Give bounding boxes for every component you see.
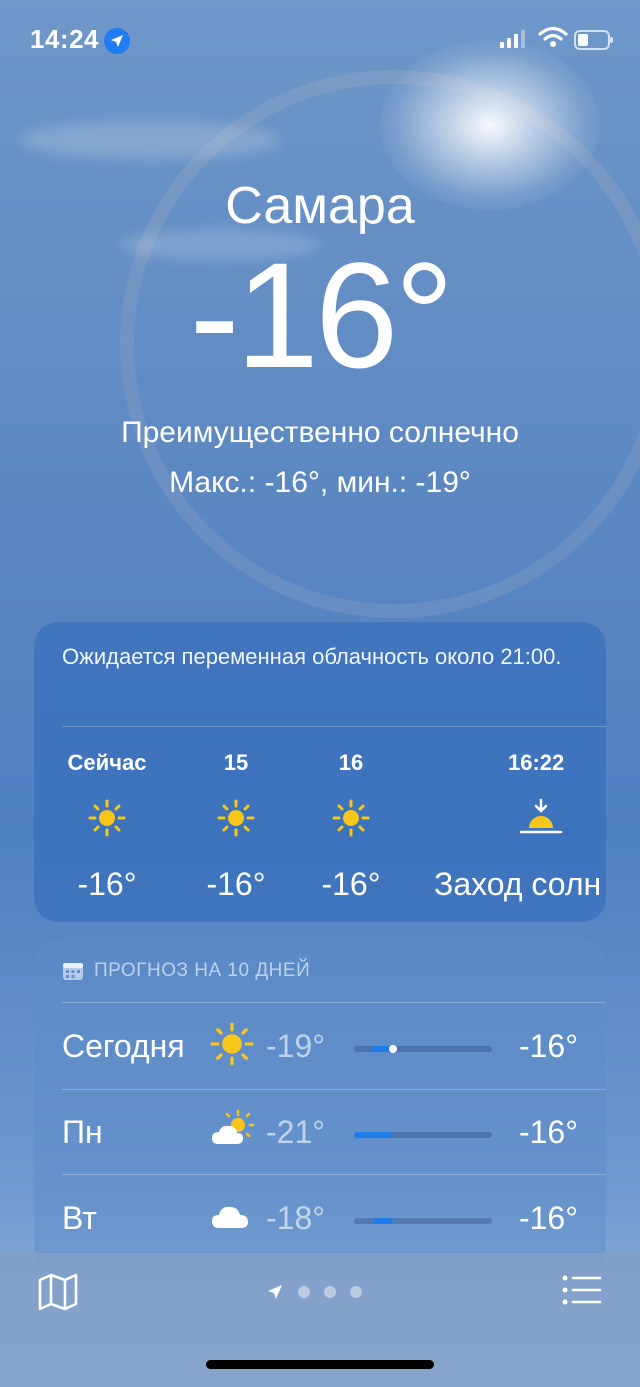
cloud-wisp — [20, 120, 280, 160]
forecast-min: -19° — [266, 1028, 326, 1064]
forecast-row[interactable]: Вт -18° -16° — [34, 1176, 606, 1262]
ten-day-forecast-card[interactable]: ПРОГНОЗ НА 10 ДНЕЙ Сегодня -19° -16° Пн — [34, 940, 606, 1280]
sun-icon — [210, 1022, 254, 1066]
page-dot — [324, 1286, 336, 1298]
temperature-range-fill — [354, 1132, 393, 1138]
forecast-row[interactable]: Пн -21° -16° — [34, 1090, 606, 1176]
list-icon[interactable] — [562, 1275, 602, 1305]
forecast-day: Вт — [62, 1200, 97, 1236]
high-low-temperature: Макс.: -16°, мин.: -19° — [169, 466, 471, 499]
temperature-range-fill — [373, 1218, 393, 1224]
page-dot — [350, 1286, 362, 1298]
forecast-header-label: ПРОГНОЗ НА 10 ДНЕЙ — [94, 960, 311, 981]
hourly-item: 16 -16° — [286, 750, 416, 903]
forecast-day: Сегодня — [62, 1028, 185, 1064]
forecast-row[interactable]: Сегодня -19° -16° — [34, 1004, 606, 1090]
cloud-icon — [212, 1206, 248, 1228]
clock: 14:24 — [30, 24, 99, 54]
hourly-forecast-card[interactable]: Ожидается переменная облачность около 21… — [34, 622, 606, 922]
sun-icon — [42, 788, 172, 848]
hour-temperature: -16° — [77, 866, 137, 902]
sunset-label: Заход солн — [434, 866, 602, 902]
hour-temperature: -16° — [321, 866, 381, 902]
hour-label: 16 — [338, 750, 364, 775]
sunset-time: 16:22 — [508, 750, 565, 775]
city-name: Самара — [225, 177, 415, 235]
forecast-summary: Ожидается переменная облачность около 21… — [62, 644, 562, 669]
location-arrow-icon — [268, 1285, 282, 1299]
forecast-max: -16° — [518, 1200, 578, 1236]
forecast-max: -16° — [518, 1114, 578, 1150]
current-temperature-dot — [388, 1045, 397, 1053]
hourly-item: Сейчас -16° — [42, 750, 172, 903]
page-indicator[interactable] — [266, 1283, 362, 1301]
cellular-signal-icon — [500, 30, 525, 48]
forecast-header: ПРОГНОЗ НА 10 ДНЕЙ — [62, 960, 310, 982]
hourly-item: 15 -16° — [171, 750, 301, 903]
battery-icon — [574, 30, 613, 50]
map-icon[interactable] — [38, 1273, 78, 1311]
hour-label: Сейчас — [67, 750, 147, 775]
divider — [62, 1174, 606, 1175]
forecast-min: -21° — [266, 1114, 326, 1150]
calendar-icon — [63, 963, 83, 980]
divider — [62, 726, 606, 727]
location-arrow-icon — [104, 28, 130, 54]
temperature-range-bar — [354, 1218, 492, 1224]
hour-temperature: -16° — [206, 866, 266, 902]
forecast-day: Пн — [62, 1114, 103, 1150]
partly-cloudy-icon — [212, 1109, 254, 1144]
forecast-min: -18° — [266, 1200, 326, 1236]
temperature-range-bar — [354, 1045, 492, 1053]
status-bar: 14:24 — [0, 0, 640, 80]
wifi-icon — [538, 26, 568, 47]
sunset-icon — [444, 788, 606, 848]
forecast-max: -16° — [518, 1028, 578, 1064]
weather-condition: Преимущественно солнечно — [121, 416, 519, 449]
divider — [62, 1002, 606, 1003]
sun-icon — [286, 788, 416, 848]
temperature-range-bar — [354, 1132, 492, 1138]
current-temperature: -16° — [189, 231, 455, 399]
hour-label: 15 — [223, 750, 249, 775]
sun-icon — [171, 788, 301, 848]
hourly-item-sunset: 16:22 Заход солн — [434, 750, 606, 903]
home-indicator[interactable] — [206, 1360, 434, 1369]
page-dot — [298, 1286, 310, 1298]
